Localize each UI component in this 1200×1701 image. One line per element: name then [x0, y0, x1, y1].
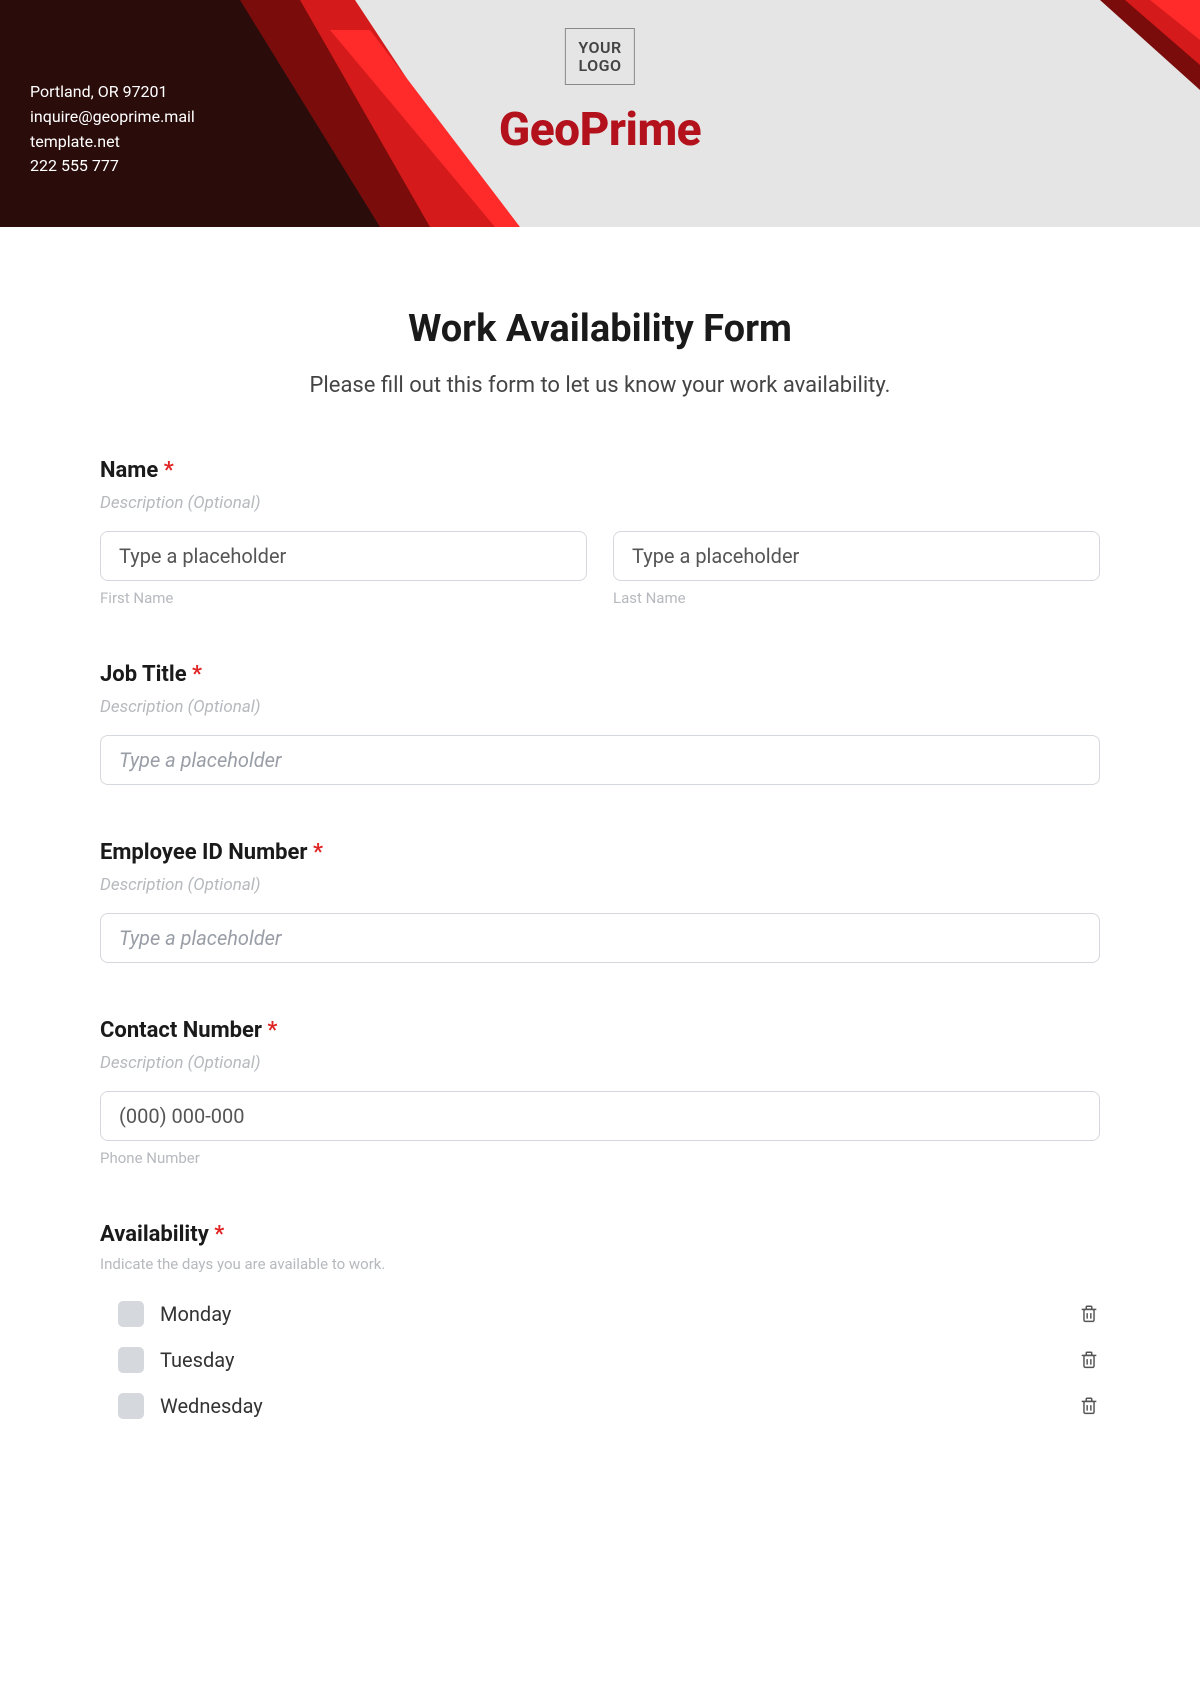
checkbox-label-monday: Monday [160, 1302, 1078, 1326]
contact-email: inquire@geoprime.mail [30, 105, 195, 130]
field-job-title: Job Title * Description (Optional) [100, 662, 1100, 785]
availability-option-monday: Monday [100, 1291, 1100, 1337]
availability-label: Availability * [100, 1222, 1100, 1247]
brand-name: GeoPrime [499, 103, 701, 157]
field-availability: Availability * Indicate the days you are… [100, 1222, 1100, 1429]
first-name-sublabel: First Name [100, 589, 587, 607]
checkbox-tuesday[interactable] [118, 1347, 144, 1373]
required-asterisk: * [214, 1222, 224, 1247]
required-asterisk: * [164, 458, 174, 483]
form-title: Work Availability Form [100, 307, 1100, 351]
field-employee-id: Employee ID Number * Description (Option… [100, 840, 1100, 963]
phone-sublabel: Phone Number [100, 1149, 1100, 1167]
contact-number-label: Contact Number * [100, 1018, 1100, 1043]
job-title-input[interactable] [100, 735, 1100, 785]
job-title-label: Job Title * [100, 662, 1100, 687]
trash-icon[interactable] [1078, 1394, 1100, 1418]
header-banner: Portland, OR 97201 inquire@geoprime.mail… [0, 0, 1200, 227]
checkbox-wednesday[interactable] [118, 1393, 144, 1419]
availability-option-tuesday: Tuesday [100, 1337, 1100, 1383]
contact-number-input[interactable] [100, 1091, 1100, 1141]
form-intro: Please fill out this form to let us know… [100, 373, 1100, 398]
logo-placeholder: YOUR LOGO [565, 28, 634, 85]
required-asterisk: * [267, 1018, 277, 1043]
employee-id-description: Description (Optional) [100, 875, 1100, 895]
name-label: Name * [100, 458, 1100, 483]
availability-helper: Indicate the days you are available to w… [100, 1255, 1100, 1273]
contact-phone: 222 555 777 [30, 154, 195, 179]
first-name-input[interactable] [100, 531, 587, 581]
required-asterisk: * [313, 840, 323, 865]
required-asterisk: * [192, 662, 202, 687]
brand-block: YOUR LOGO GeoPrime [499, 28, 701, 157]
contact-address: Portland, OR 97201 [30, 80, 195, 105]
trash-icon[interactable] [1078, 1302, 1100, 1326]
contact-info: Portland, OR 97201 inquire@geoprime.mail… [30, 80, 195, 179]
checkbox-monday[interactable] [118, 1301, 144, 1327]
checkbox-label-wednesday: Wednesday [160, 1394, 1078, 1418]
contact-website: template.net [30, 130, 195, 155]
name-description: Description (Optional) [100, 493, 1100, 513]
last-name-input[interactable] [613, 531, 1100, 581]
contact-number-description: Description (Optional) [100, 1053, 1100, 1073]
employee-id-input[interactable] [100, 913, 1100, 963]
field-contact-number: Contact Number * Description (Optional) … [100, 1018, 1100, 1167]
last-name-sublabel: Last Name [613, 589, 1100, 607]
field-name: Name * Description (Optional) First Name… [100, 458, 1100, 607]
trash-icon[interactable] [1078, 1348, 1100, 1372]
checkbox-label-tuesday: Tuesday [160, 1348, 1078, 1372]
job-title-description: Description (Optional) [100, 697, 1100, 717]
availability-option-wednesday: Wednesday [100, 1383, 1100, 1429]
employee-id-label: Employee ID Number * [100, 840, 1100, 865]
form-area: Work Availability Form Please fill out t… [0, 227, 1200, 1544]
